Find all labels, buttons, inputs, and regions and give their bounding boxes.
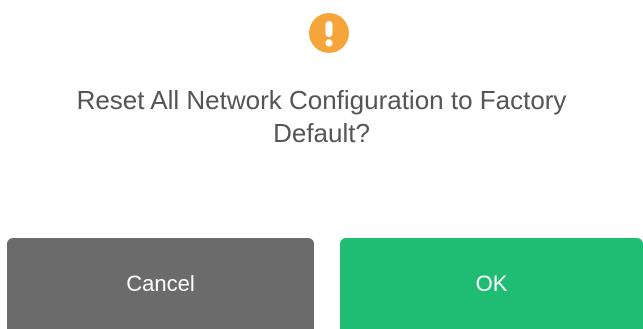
confirm-dialog: Reset All Network Configuration to Facto… <box>0 0 643 329</box>
ok-button[interactable]: OK <box>340 238 643 329</box>
dialog-message-line2: Default? <box>273 118 370 148</box>
cancel-button[interactable]: Cancel <box>7 238 314 329</box>
dialog-message: Reset All Network Configuration to Facto… <box>20 84 623 150</box>
warning-icon <box>309 13 349 53</box>
dialog-message-line1: Reset All Network Configuration to Facto… <box>76 85 567 115</box>
